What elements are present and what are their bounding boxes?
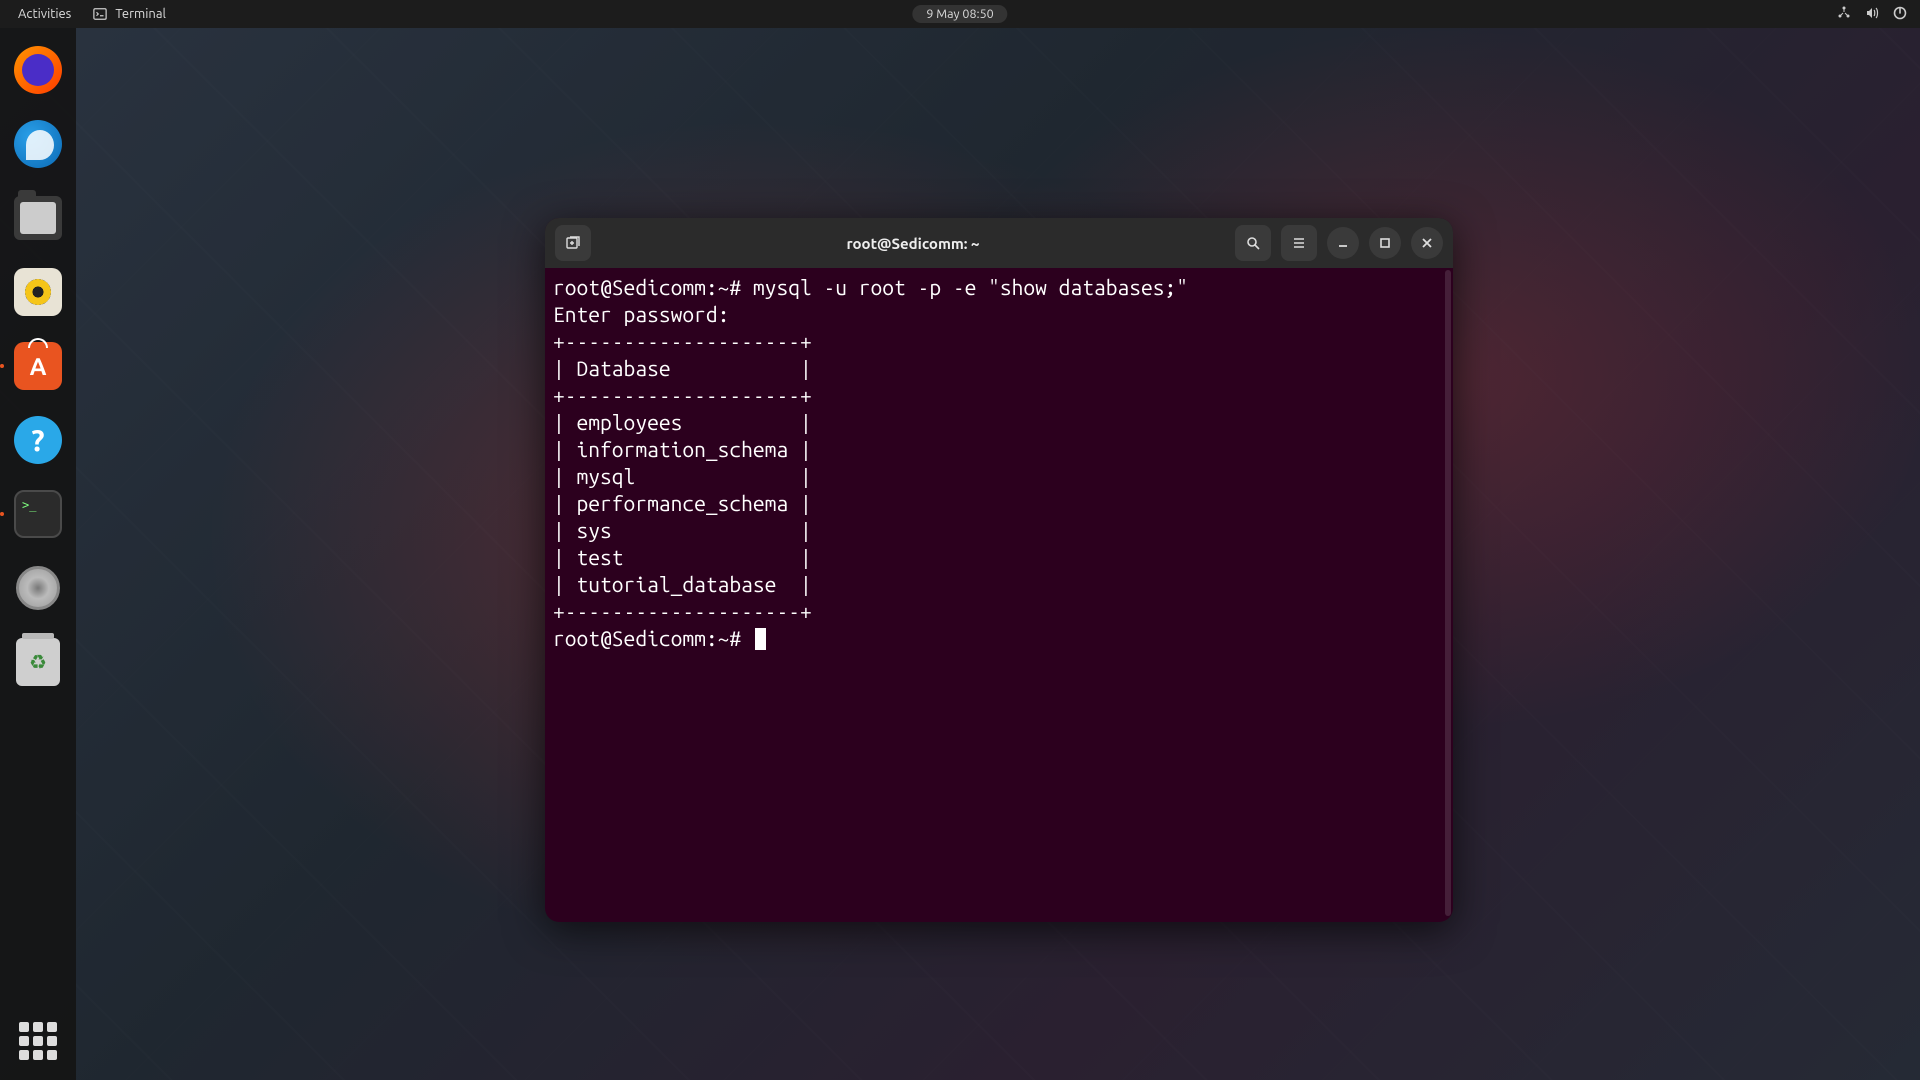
dock-files[interactable] <box>10 190 66 246</box>
terminal-line: +--------------------+ <box>553 383 812 407</box>
terminal-line: | test | <box>553 545 812 569</box>
terminal-small-icon <box>93 7 107 21</box>
network-icon[interactable] <box>1836 5 1852 24</box>
terminal-line: | performance_schema | <box>553 491 812 515</box>
terminal-line: | sys | <box>553 518 812 542</box>
terminal-line: root@Sedicomm:~# <box>553 626 766 650</box>
files-icon <box>14 196 62 240</box>
terminal-window: root@Sedicomm: ~ root@Sedicomm:~# mysql … <box>545 218 1453 922</box>
search-button[interactable] <box>1235 225 1271 261</box>
terminal-line: | information_schema | <box>553 437 812 461</box>
software-store-icon <box>14 342 62 390</box>
firefox-icon <box>14 46 62 94</box>
trash-icon <box>16 638 60 686</box>
close-button[interactable] <box>1411 227 1443 259</box>
dock-thunderbird[interactable] <box>10 116 66 172</box>
hamburger-menu-button[interactable] <box>1281 225 1317 261</box>
thunderbird-icon <box>14 120 62 168</box>
activities-button[interactable]: Activities <box>18 7 71 21</box>
dock-rhythmbox[interactable] <box>10 264 66 320</box>
top-bar: Activities Terminal 9 May 08:50 <box>0 0 1920 28</box>
power-icon[interactable] <box>1892 5 1908 24</box>
dock-ubuntu-software[interactable] <box>10 338 66 394</box>
dock: ? >_ <box>0 28 76 1080</box>
dock-firefox[interactable] <box>10 42 66 98</box>
topbar-app-indicator[interactable]: Terminal <box>93 7 166 21</box>
topbar-app-name: Terminal <box>115 7 166 21</box>
terminal-line: root@Sedicomm:~# mysql -u root -p -e "sh… <box>553 275 1188 299</box>
terminal-line: | tutorial_database | <box>553 572 812 596</box>
new-tab-button[interactable] <box>555 225 591 261</box>
dock-disc[interactable] <box>10 560 66 616</box>
terminal-titlebar[interactable]: root@Sedicomm: ~ <box>545 218 1453 268</box>
terminal-line: +--------------------+ <box>553 329 812 353</box>
terminal-line: +--------------------+ <box>553 599 812 623</box>
terminal-line: | Database | <box>553 356 812 380</box>
show-applications-button[interactable] <box>19 1022 57 1060</box>
cursor-icon <box>755 628 766 650</box>
terminal-line: | mysql | <box>553 464 812 488</box>
minimize-button[interactable] <box>1327 227 1359 259</box>
terminal-line: Enter password: <box>553 302 729 326</box>
maximize-button[interactable] <box>1369 227 1401 259</box>
music-icon <box>14 268 62 316</box>
volume-icon[interactable] <box>1864 5 1880 24</box>
terminal-title: root@Sedicomm: ~ <box>599 235 1227 252</box>
dock-terminal[interactable]: >_ <box>10 486 66 542</box>
dock-help[interactable]: ? <box>10 412 66 468</box>
disc-icon <box>16 566 60 610</box>
terminal-line: | employees | <box>553 410 812 434</box>
topbar-clock[interactable]: 9 May 08:50 <box>912 5 1007 23</box>
help-icon: ? <box>14 416 62 464</box>
terminal-body[interactable]: root@Sedicomm:~# mysql -u root -p -e "sh… <box>545 268 1453 922</box>
dock-trash[interactable] <box>10 634 66 690</box>
terminal-icon: >_ <box>14 490 62 538</box>
terminal-scrollbar[interactable] <box>1445 270 1451 916</box>
